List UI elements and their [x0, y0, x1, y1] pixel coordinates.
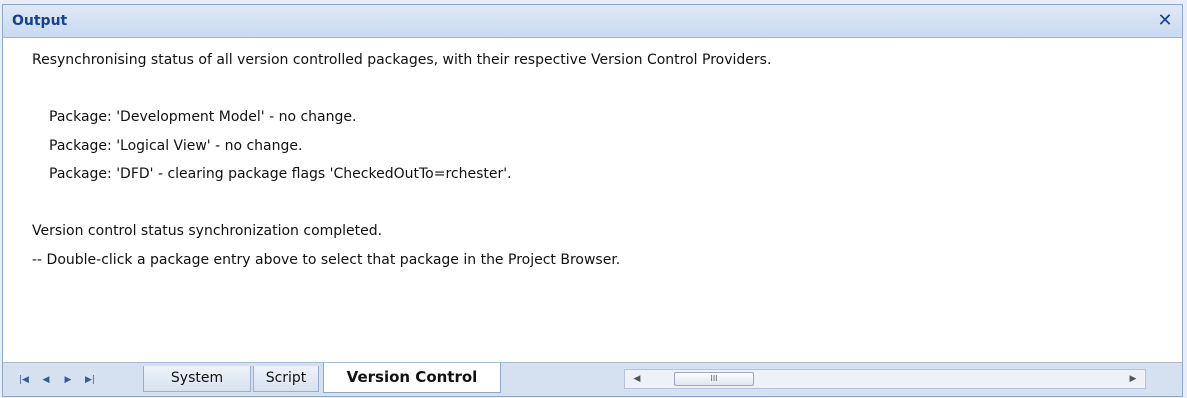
first-tab-icon[interactable]: |◀	[17, 373, 31, 387]
tab-version-control[interactable]: Version Control	[323, 363, 501, 393]
last-tab-icon[interactable]: ▶|	[83, 373, 97, 387]
tab-bar: |◀ ◀ ▶ ▶| System Script Version Control …	[3, 362, 1182, 396]
scroll-thumb[interactable]: III	[674, 372, 754, 386]
horizontal-scrollbar[interactable]: ◀ III ▶	[624, 369, 1146, 389]
tab-system[interactable]: System	[143, 366, 251, 392]
output-line: Version control status synchronization c…	[32, 223, 383, 239]
output-line-package[interactable]: Package: 'Development Model' - no change…	[3, 103, 1182, 132]
output-line-package[interactable]: Package: 'DFD' - clearing package flags …	[3, 160, 1182, 189]
scroll-left-icon[interactable]: ◀	[627, 370, 647, 388]
tab-script[interactable]: Script	[253, 366, 319, 392]
previous-tab-icon[interactable]: ◀	[39, 373, 53, 387]
title-bar: Output ✕	[3, 5, 1182, 38]
output-line: -- Double-click a package entry above to…	[32, 251, 621, 268]
window-title: Output	[12, 13, 68, 29]
next-tab-icon[interactable]: ▶	[61, 373, 75, 387]
close-icon[interactable]: ✕	[1154, 9, 1176, 33]
scroll-right-icon[interactable]: ▶	[1123, 370, 1143, 388]
output-line-package[interactable]: Package: 'Logical View' - no change.	[3, 132, 1182, 161]
output-window: Output ✕ Resynchronising status of all v…	[2, 4, 1183, 397]
output-line: Resynchronising status of all version co…	[32, 52, 772, 68]
output-text-area[interactable]: Resynchronising status of all version co…	[3, 39, 1182, 363]
